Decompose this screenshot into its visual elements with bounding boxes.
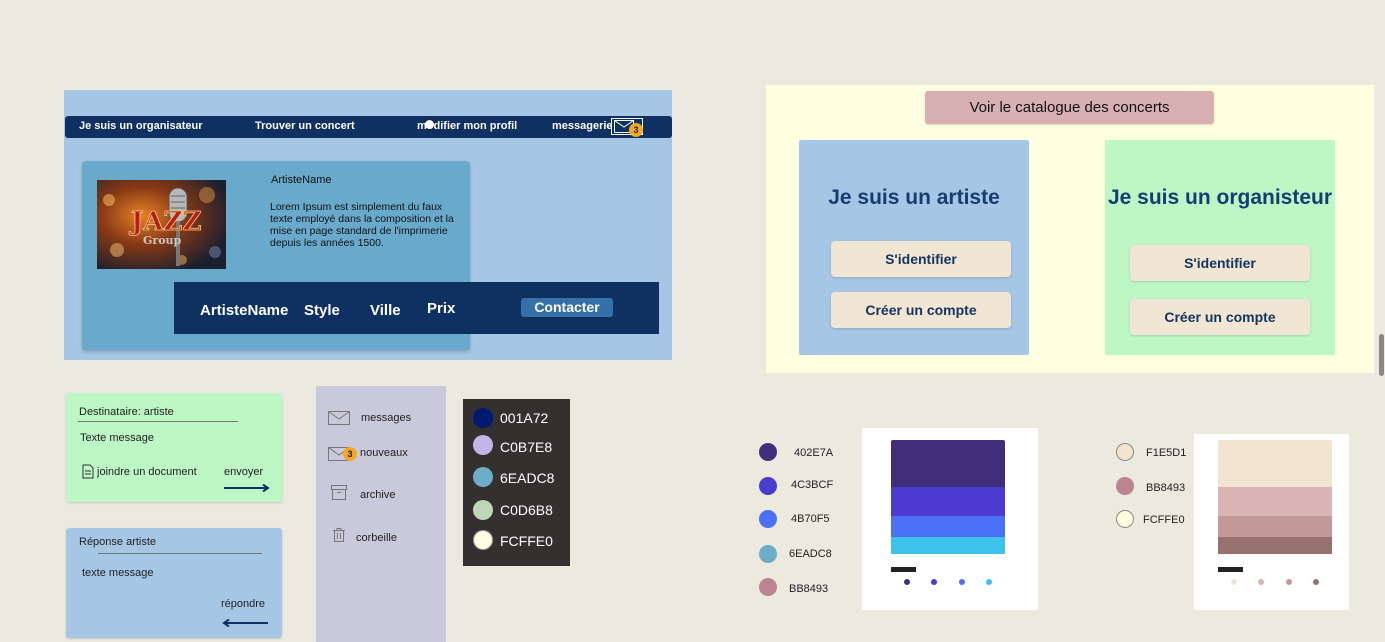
mail-item-messages[interactable]: messages xyxy=(316,410,446,434)
color-swatch-label: F1E5D1 xyxy=(1146,447,1187,459)
color-swatch-label: C0B7E8 xyxy=(500,439,553,455)
divider xyxy=(78,421,238,422)
notification-badge: 3 xyxy=(629,123,643,137)
message-field[interactable]: Texte message xyxy=(80,432,154,444)
palette-band xyxy=(891,440,1005,487)
palette-dot xyxy=(1313,579,1319,585)
reply-title: Réponse artiste xyxy=(79,536,157,548)
palette-preview-b xyxy=(1194,434,1349,610)
mail-sidebar: messages 3 nouveaux archive corbeille xyxy=(316,386,446,642)
arrow-right-icon[interactable] xyxy=(224,479,270,497)
recipient-label: Destinataire: artiste xyxy=(79,406,174,418)
image-caption-main: JAZZ xyxy=(129,207,201,237)
attach-document-link[interactable]: joindre un document xyxy=(97,466,197,478)
artist-photo: JAZZ Group xyxy=(97,180,226,269)
info-city: Ville xyxy=(370,302,401,319)
mail-item-label: nouveaux xyxy=(360,447,408,459)
color-swatch-label: 4B70F5 xyxy=(791,513,830,525)
palette-preview-a xyxy=(862,428,1038,610)
palette-dot xyxy=(904,579,910,585)
top-navbar: Je suis un organisateur Trouver un conce… xyxy=(65,116,672,138)
color-swatch-label: 4C3BCF xyxy=(791,479,834,491)
color-swatch xyxy=(759,578,777,596)
mail-item-label: archive xyxy=(360,489,396,501)
divider xyxy=(98,553,262,554)
color-swatch-label: BB8493 xyxy=(1146,482,1186,494)
organizer-panel: Je suis un organisteur S'identifier Crée… xyxy=(1105,140,1335,355)
color-swatch xyxy=(759,443,777,461)
scrollbar-thumb[interactable] xyxy=(1379,334,1384,376)
palette-band xyxy=(1218,537,1332,554)
color-swatch-label: FCFFE0 xyxy=(500,533,553,549)
palette-band xyxy=(1218,516,1332,537)
arrow-left-icon[interactable] xyxy=(222,614,268,632)
palette-dot xyxy=(1231,579,1237,585)
nav-find-concert-link[interactable]: Trouver un concert xyxy=(255,120,355,132)
mail-item-label: messages xyxy=(361,412,412,424)
catalogue-button[interactable]: Voir le catalogue des concerts xyxy=(925,91,1214,124)
organizer-signup-button[interactable]: Créer un compte xyxy=(1130,299,1310,335)
mail-item-label: corbeille xyxy=(356,532,397,544)
nav-edit-profile-link[interactable]: modifier mon profil xyxy=(417,120,517,132)
dark-color-palette: 001A72 C0B7E8 6EADC8 C0D6B8 FCFFE0 xyxy=(463,399,570,566)
organizer-login-button[interactable]: S'identifier xyxy=(1130,245,1310,281)
info-price: Prix xyxy=(427,300,456,317)
mail-icon-button[interactable]: 3 xyxy=(611,118,643,137)
color-swatch xyxy=(1116,443,1134,461)
archive-icon xyxy=(331,485,347,500)
color-swatch xyxy=(1116,477,1134,495)
artist-panel-title: Je suis un artiste xyxy=(828,186,1000,209)
color-swatch-label: 001A72 xyxy=(500,410,549,426)
reply-message-card: Réponse artiste texte message répondre xyxy=(66,528,282,638)
artist-login-button[interactable]: S'identifier xyxy=(831,241,1011,277)
color-swatch-label: 6EADC8 xyxy=(789,548,832,560)
color-swatch xyxy=(759,545,777,563)
nav-organizer-link[interactable]: Je suis un organisateur xyxy=(79,120,202,132)
color-swatch xyxy=(1116,510,1134,528)
palette-dot xyxy=(986,579,992,585)
color-swatch xyxy=(473,530,493,550)
palette-band xyxy=(891,537,1005,554)
color-swatch xyxy=(473,408,493,428)
palette-band xyxy=(1218,487,1332,516)
color-swatch xyxy=(473,467,493,487)
color-swatch xyxy=(473,500,493,520)
organizer-panel-title: Je suis un organisteur xyxy=(1107,186,1333,209)
color-swatch-label: 402E7A xyxy=(794,447,834,459)
artist-signup-button[interactable]: Créer un compte xyxy=(831,292,1011,328)
color-swatch xyxy=(759,510,777,528)
mail-icon xyxy=(328,411,350,425)
contact-button[interactable]: Contacter xyxy=(521,298,613,317)
palette-dot xyxy=(1258,579,1264,585)
info-artist-name: ArtisteName xyxy=(200,302,289,319)
mail-item-trash[interactable]: corbeille xyxy=(316,528,446,552)
reply-button[interactable]: répondre xyxy=(221,598,265,610)
artist-panel: Je suis un artiste S'identifier Créer un… xyxy=(799,140,1029,355)
palette-band xyxy=(891,516,1005,537)
color-swatch xyxy=(759,477,777,495)
send-button[interactable]: envoyer xyxy=(224,466,263,478)
color-swatch-label: BB8493 xyxy=(789,583,829,595)
color-swatch-label: 6EADC8 xyxy=(500,470,555,486)
new-count-badge: 3 xyxy=(343,447,357,461)
image-caption-sub: Group xyxy=(143,234,182,247)
mail-item-archive[interactable]: archive xyxy=(316,485,446,509)
compose-message-card: Destinataire: artiste Texte message join… xyxy=(66,393,282,502)
palette-dot xyxy=(959,579,965,585)
palette-band xyxy=(1218,440,1332,487)
artist-description: Lorem Ipsum est simplement du faux texte… xyxy=(270,201,454,249)
palette-band xyxy=(891,487,1005,516)
color-swatch-label: FCFFE0 xyxy=(1143,514,1185,526)
color-swatch xyxy=(473,435,493,455)
color-swatch-label: C0D6B8 xyxy=(500,502,553,518)
document-icon[interactable] xyxy=(82,464,94,484)
info-style: Style xyxy=(304,302,340,319)
trash-icon xyxy=(333,528,345,542)
palette-dot xyxy=(931,579,937,585)
nav-messaging-link[interactable]: messagerie xyxy=(552,120,613,132)
artist-name: ArtisteName xyxy=(271,174,332,186)
mail-item-new[interactable]: 3 nouveaux xyxy=(316,445,446,469)
reply-message-field[interactable]: texte message xyxy=(82,567,154,579)
palette-dot xyxy=(1286,579,1292,585)
